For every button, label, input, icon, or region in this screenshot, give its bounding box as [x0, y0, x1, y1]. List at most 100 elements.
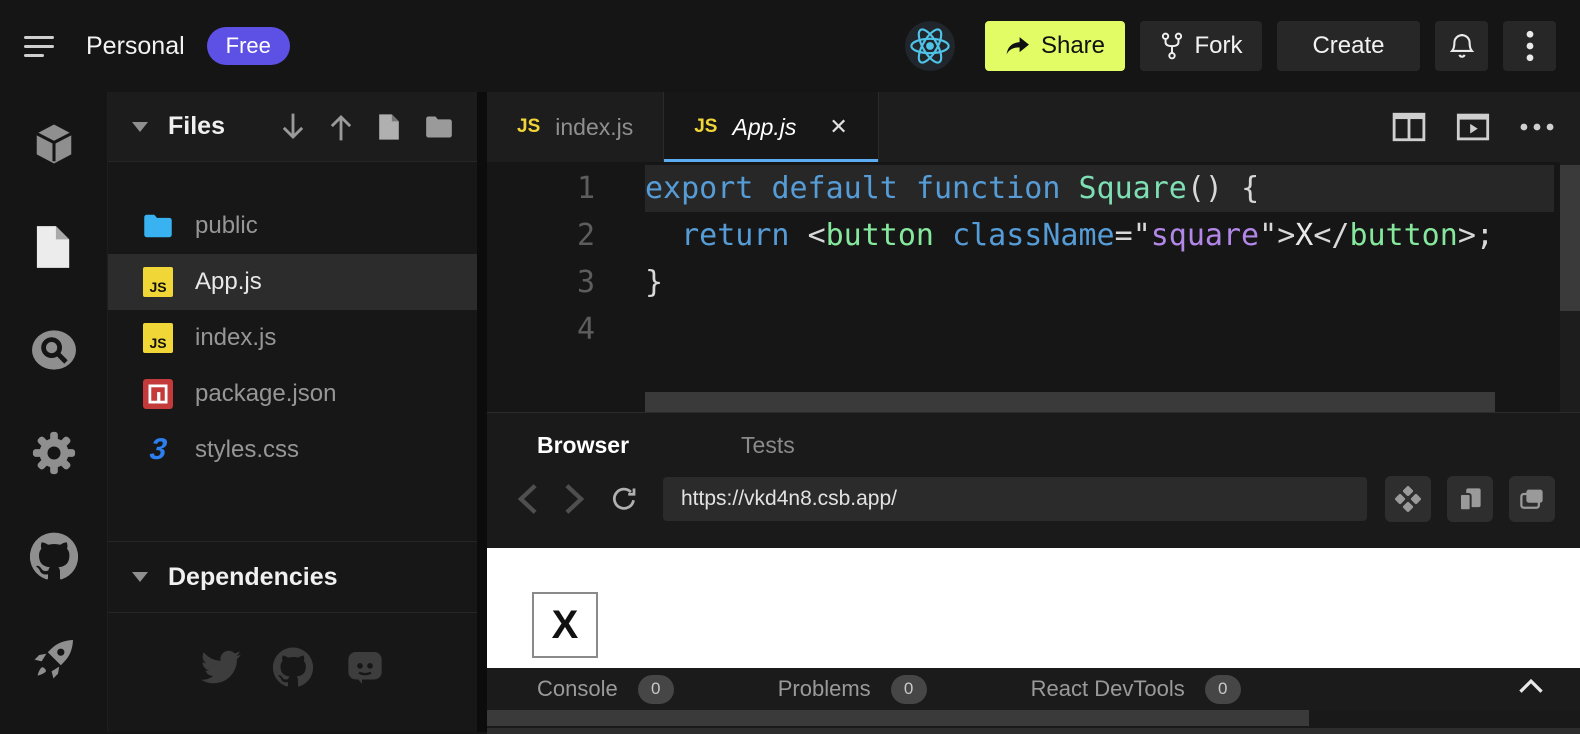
url-bar[interactable]: https://vkd4n8.csb.app/: [663, 477, 1367, 521]
line-number: 2: [487, 212, 595, 259]
browser-preview: X: [487, 548, 1580, 668]
github-icon[interactable]: [0, 504, 107, 607]
settings-gear-icon[interactable]: [0, 401, 107, 504]
editor-tab-index-js[interactable]: JSindex.js: [487, 92, 664, 162]
new-folder-icon[interactable]: [425, 115, 453, 139]
download-icon[interactable]: [281, 112, 305, 142]
share-arrow-icon: [1005, 35, 1030, 58]
share-button[interactable]: Share: [985, 21, 1125, 71]
js-icon: JS: [694, 116, 717, 138]
react-logo-icon: [904, 20, 956, 72]
editor-vscrollbar[interactable]: [1560, 165, 1580, 311]
bottom-scroll-area: [487, 710, 1580, 734]
discord-icon[interactable]: [345, 647, 385, 687]
back-icon[interactable]: [517, 483, 539, 515]
square-button[interactable]: X: [532, 592, 598, 658]
collapse-chevron-icon: [132, 122, 148, 132]
file-row-package-json[interactable]: package.json: [108, 366, 477, 422]
bottom-hscrollbar[interactable]: [487, 710, 1309, 726]
sandbox-cube-icon[interactable]: [0, 92, 107, 195]
fork-button[interactable]: Fork: [1140, 21, 1262, 71]
upload-icon[interactable]: [329, 112, 353, 142]
more-options-button[interactable]: [1503, 21, 1556, 71]
file-explorer: Files publicJSApp.jsJSindex.: [107, 92, 477, 732]
folder-icon: [142, 213, 174, 239]
js-icon: JS: [142, 267, 174, 297]
browser-tab-browser[interactable]: Browser: [531, 431, 635, 460]
files-section-header[interactable]: Files: [108, 92, 477, 162]
code-line-1[interactable]: 1export default function Square() {: [487, 165, 1580, 212]
file-name: public: [195, 212, 258, 240]
fork-icon: [1160, 32, 1184, 60]
top-bar-left: Personal Free: [24, 27, 290, 65]
workspace-name: Personal: [86, 32, 185, 61]
responsive-mode-icon[interactable]: [1447, 476, 1493, 522]
file-name: styles.css: [195, 436, 299, 464]
expand-console-icon[interactable]: [1512, 676, 1550, 699]
code-text: return <button className="square">X</but…: [645, 212, 1554, 259]
workbench: Files publicJSApp.jsJSindex.: [0, 92, 1580, 732]
split-view-icon[interactable]: [1392, 112, 1426, 142]
activity-bar: [0, 92, 107, 732]
js-icon: JS: [142, 323, 174, 353]
kebab-menu-icon: [1526, 29, 1534, 63]
code-line-3[interactable]: 3}: [487, 259, 1580, 306]
code-line-4[interactable]: 4: [487, 306, 1580, 353]
files-panel-icon[interactable]: [0, 195, 107, 298]
close-tab-icon[interactable]: ✕: [829, 114, 847, 140]
editor-more-icon[interactable]: [1520, 123, 1554, 131]
console-tab-react-devtools[interactable]: React DevTools0: [1025, 674, 1247, 705]
file-list: public JS App.js JS index.js package.json 3sty…: [108, 198, 477, 478]
file-row-app-js[interactable]: JS App.js: [108, 254, 477, 310]
bottom-strip: [487, 728, 1580, 734]
file-name: index.js: [195, 324, 276, 352]
dependencies-section-title: Dependencies: [168, 563, 338, 592]
file-row-styles-css[interactable]: 3styles.css: [108, 422, 477, 478]
file-name: package.json: [195, 380, 336, 408]
console-tab-label: Console: [537, 676, 618, 702]
code-text: [645, 306, 1554, 353]
search-icon[interactable]: [0, 298, 107, 401]
dependencies-section-header[interactable]: Dependencies: [108, 541, 477, 613]
panel-resizer[interactable]: [477, 92, 487, 732]
file-name: App.js: [195, 268, 262, 296]
code-text: export default function Square() {: [645, 165, 1554, 212]
sandbox-info-icon[interactable]: [1385, 476, 1431, 522]
js-icon: JS: [517, 116, 540, 138]
fork-label: Fork: [1195, 32, 1243, 60]
console-tab-label: React DevTools: [1031, 676, 1185, 702]
browser-tabs: Browser Tests: [487, 413, 1580, 460]
console-tab-console[interactable]: Console 0: [531, 674, 680, 705]
file-row-public[interactable]: public: [108, 198, 477, 254]
share-label: Share: [1041, 32, 1105, 60]
file-row-index-js[interactable]: JS index.js: [108, 310, 477, 366]
console-tab-problems[interactable]: Problems 0: [772, 674, 933, 705]
editor-hscrollbar[interactable]: [645, 392, 1495, 412]
notifications-button[interactable]: [1435, 21, 1488, 71]
create-button[interactable]: Create: [1277, 21, 1420, 71]
browser-tab-tests[interactable]: Tests: [735, 431, 801, 460]
preview-panel-icon[interactable]: [1456, 113, 1490, 141]
editor-area: JSindex.jsJSApp.js✕ 1export default func…: [487, 92, 1580, 732]
deploy-rocket-icon[interactable]: [0, 607, 107, 710]
new-file-icon[interactable]: [377, 113, 401, 141]
code-line-2[interactable]: 2 return <button className="square">X</b…: [487, 212, 1580, 259]
explorer-actions: [281, 112, 453, 142]
npm-icon: [142, 379, 174, 409]
tab-label: App.js: [732, 114, 796, 141]
count-badge: 0: [891, 675, 927, 704]
refresh-icon[interactable]: [609, 484, 639, 514]
github-link-icon[interactable]: [273, 647, 313, 687]
forward-icon[interactable]: [563, 483, 585, 515]
twitter-icon[interactable]: [201, 647, 241, 687]
menu-icon[interactable]: [24, 36, 58, 57]
open-in-new-window-icon[interactable]: [1509, 476, 1555, 522]
editor-tab-app-js[interactable]: JS App.js ✕: [664, 92, 879, 162]
console-tab-label: Problems: [778, 676, 871, 702]
line-number: 4: [487, 306, 595, 353]
plan-badge: Free: [207, 27, 290, 65]
count-badge: 0: [638, 675, 674, 704]
code-editor[interactable]: 1export default function Square() {2 ret…: [487, 162, 1580, 412]
top-bar-right: Share Fork Create: [904, 20, 1556, 72]
console-bar: Console 0 Problems 0 React DevTools0: [487, 668, 1580, 710]
